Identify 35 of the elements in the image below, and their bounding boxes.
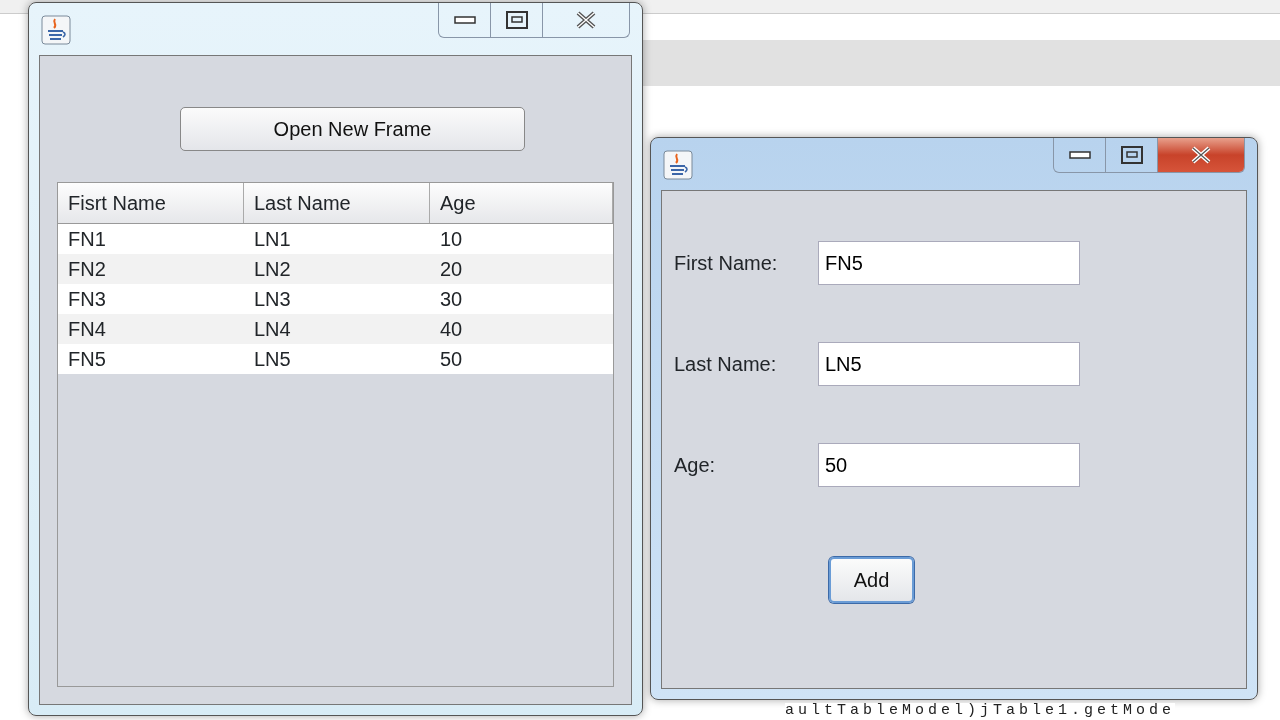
cup-icon	[41, 15, 71, 45]
column-header[interactable]: Age	[430, 183, 613, 223]
table-cell-text: LN2	[253, 257, 292, 282]
field-label: First Name:	[673, 251, 779, 276]
table-cell-text: 10	[439, 227, 464, 252]
table-cell-text: 40	[439, 317, 464, 342]
add-button[interactable]: Add	[829, 557, 914, 603]
column-header[interactable]: Fisrt Name	[58, 183, 244, 223]
minimize-icon	[453, 15, 476, 25]
table-cell-text: FN2	[67, 257, 107, 282]
table-cell-text: 50	[439, 347, 464, 372]
table-cell-text: 30	[439, 287, 464, 312]
input-field[interactable]: LN5	[818, 342, 1080, 386]
table-cell-text: FN1	[67, 227, 107, 252]
close-button[interactable]	[1158, 138, 1244, 172]
cup-icon	[663, 150, 693, 180]
field-label: Age:	[673, 453, 717, 478]
table-cell-text: FN4	[67, 317, 107, 342]
table-cell-text: LN1	[253, 227, 292, 252]
field-label: Last Name:	[673, 352, 778, 377]
table-cell-text: LN4	[253, 317, 292, 342]
table-cell-text: 20	[439, 257, 464, 282]
open-frame-button[interactable]: Open New Frame	[180, 107, 525, 151]
maximize-icon	[1120, 146, 1143, 164]
table-cell-text: LN5	[253, 347, 292, 372]
input-field[interactable]: FN5	[818, 241, 1080, 285]
column-header[interactable]: Last Name	[244, 183, 430, 223]
input-field[interactable]: 50	[818, 443, 1080, 487]
table-cell-text: FN3	[67, 287, 107, 312]
table-cell-text: LN3	[253, 287, 292, 312]
close-icon	[575, 11, 597, 29]
close-icon	[1190, 146, 1212, 164]
table-cell-text: FN5	[67, 347, 107, 372]
minimize-icon	[1068, 150, 1091, 160]
maximize-icon	[505, 11, 528, 29]
